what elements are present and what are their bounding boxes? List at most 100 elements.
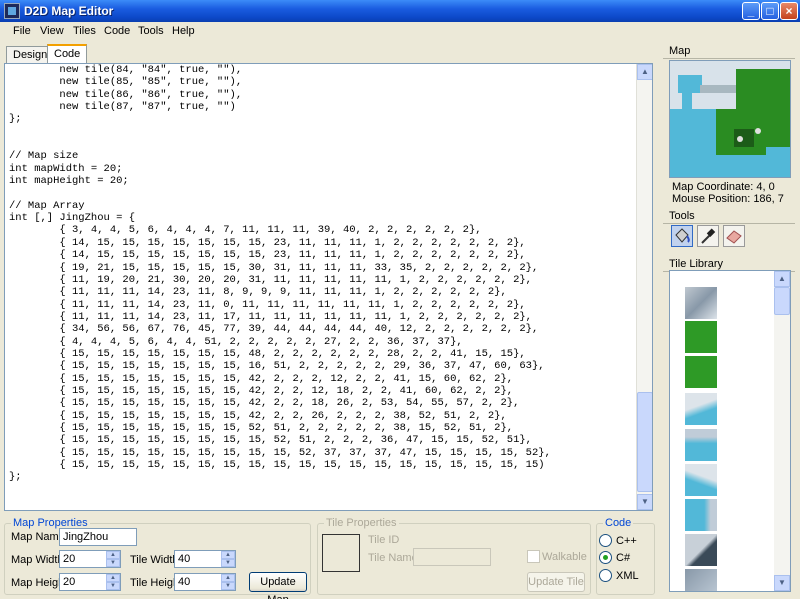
walkable-checkbox[interactable] [527, 550, 540, 563]
paint-bucket-tool[interactable] [671, 225, 693, 247]
code-line: new tile(84, "84", true, ""), [9, 64, 243, 76]
code-line: { 34, 56, 56, 67, 76, 45, 77, 39, 44, 44… [9, 323, 539, 336]
tab-code[interactable]: Code [47, 44, 88, 64]
code-line: { 15, 15, 15, 15, 15, 15, 15, 15, 15, 52… [9, 446, 551, 459]
code-scrollbar[interactable]: ▲ ▼ [636, 64, 652, 510]
scroll-up-button[interactable]: ▲ [774, 271, 790, 287]
spin-up-icon[interactable]: ▲ [106, 551, 120, 559]
tile-name-input[interactable] [413, 548, 491, 566]
code-editor[interactable]: new tile(84, "84", true, ""), new tile(8… [4, 63, 653, 511]
scroll-thumb[interactable] [774, 287, 790, 315]
map-height-stepper[interactable]: 20 ▲ ▼ [59, 573, 121, 591]
map-width-stepper[interactable]: 20 ▲ ▼ [59, 550, 121, 568]
map-width-label: Map Width [11, 554, 64, 566]
tile-thumbnail[interactable] [685, 393, 717, 425]
tile-width-label: Tile Width [130, 554, 179, 566]
minimize-button[interactable]: _ [742, 2, 760, 20]
tile-library[interactable]: ▲ ▼ [669, 270, 791, 592]
tile-name-label: Tile Name [368, 552, 418, 564]
code-line: new tile(86, "86", true, ""), [9, 88, 243, 101]
menu-tools[interactable]: Tools [136, 25, 166, 37]
radio-csharp[interactable] [599, 551, 612, 564]
radio-xml[interactable] [599, 569, 612, 582]
update-map-button[interactable]: Update Map [249, 572, 307, 599]
code-line: }; [9, 471, 22, 484]
tile-thumbnail[interactable] [685, 287, 717, 319]
tile-width-stepper[interactable]: 40 ▲ ▼ [174, 550, 236, 568]
tile-height-stepper[interactable]: 40 ▲ ▼ [174, 573, 236, 591]
paint-bucket-icon [675, 228, 690, 243]
map-preview[interactable] [669, 60, 791, 178]
radio-csharp-label: C# [616, 552, 631, 564]
tile-library-scrollbar[interactable]: ▲ ▼ [774, 271, 790, 591]
tile-thumbnail[interactable] [685, 464, 717, 496]
menu-view[interactable]: View [38, 25, 66, 37]
code-line: { 15, 15, 15, 15, 15, 15, 15, 16, 51, 2,… [9, 360, 545, 373]
code-line: new tile(87, "87", true, "") [9, 101, 236, 114]
window-title: D2D Map Editor [24, 4, 114, 18]
map-name-input[interactable]: JingZhou [59, 528, 137, 546]
map-coordinate-text: Map Coordinate: 4, 0 [672, 181, 775, 193]
tile-thumbnail[interactable] [685, 534, 717, 566]
update-tile-button[interactable]: Update Tile [527, 572, 585, 592]
code-line: { 4, 4, 4, 5, 6, 4, 4, 51, 2, 2, 2, 2, 2… [9, 335, 463, 348]
spin-down-icon[interactable]: ▼ [221, 559, 235, 567]
spin-up-icon[interactable]: ▲ [221, 551, 235, 559]
tile-thumbnail[interactable] [685, 429, 717, 461]
scroll-down-button[interactable]: ▼ [637, 494, 652, 510]
tile-thumbnail[interactable] [685, 321, 717, 353]
menu-code[interactable]: Code [102, 25, 132, 37]
spin-down-icon[interactable]: ▼ [106, 582, 120, 590]
code-text: new tile(84, "84", true, ""), new tile(8… [9, 64, 551, 484]
code-line: int mapWidth = 20; [9, 162, 123, 175]
tile-width-value: 40 [178, 553, 191, 565]
code-line: { 14, 15, 15, 15, 15, 15, 15, 15, 23, 11… [9, 236, 526, 249]
radio-cpp[interactable] [599, 534, 612, 547]
scroll-thumb[interactable] [637, 392, 652, 492]
close-button[interactable]: × [780, 2, 798, 20]
scroll-down-button[interactable]: ▼ [774, 575, 790, 591]
menu-help[interactable]: Help [170, 25, 197, 37]
map-thumbnail [670, 61, 790, 177]
tools-panel-title: Tools [663, 210, 795, 224]
eyedropper-icon [701, 228, 716, 244]
code-line: { 11, 11, 11, 14, 23, 11, 8, 9, 9, 9, 11… [9, 286, 507, 299]
code-line: { 15, 15, 15, 15, 15, 15, 15, 42, 2, 2, … [9, 384, 514, 397]
eraser-tool[interactable] [723, 225, 745, 247]
code-line: { 19, 21, 15, 15, 15, 15, 15, 30, 31, 11… [9, 261, 539, 274]
code-line: }; [9, 113, 22, 126]
map-panel-title: Map [663, 45, 795, 59]
map-name-label: Map Name [11, 531, 65, 543]
title-bar: D2D Map Editor _ □ × [0, 0, 800, 22]
code-line: int [,] JingZhou = { [9, 212, 136, 225]
menu-file[interactable]: File [11, 25, 33, 37]
map-height-value: 20 [63, 576, 76, 588]
tile-thumbnail[interactable] [685, 356, 717, 388]
code-line: // Map Array [9, 199, 85, 212]
app-icon [4, 3, 20, 19]
code-line: { 15, 15, 15, 15, 15, 15, 15, 15, 15, 15… [9, 459, 545, 471]
code-line: { 11, 11, 11, 14, 23, 11, 17, 11, 11, 11… [9, 310, 532, 323]
tile-thumbnail[interactable] [685, 499, 717, 531]
spin-down-icon[interactable]: ▼ [221, 582, 235, 590]
spin-down-icon[interactable]: ▼ [106, 559, 120, 567]
scroll-up-button[interactable]: ▲ [637, 64, 652, 80]
code-line: { 11, 11, 11, 14, 23, 11, 0, 11, 11, 11,… [9, 298, 526, 311]
eyedropper-tool[interactable] [697, 225, 719, 247]
map-width-value: 20 [63, 553, 76, 565]
radio-xml-label: XML [616, 570, 639, 582]
code-line: // Map size [9, 150, 79, 163]
maximize-button[interactable]: □ [761, 2, 779, 20]
code-line: new tile(85, "85", true, ""), [9, 76, 243, 89]
spin-up-icon[interactable]: ▲ [221, 574, 235, 582]
menu-tiles[interactable]: Tiles [71, 25, 98, 37]
code-line: int mapHeight = 20; [9, 175, 129, 188]
code-line: { 11, 19, 20, 21, 30, 20, 20, 31, 11, 11… [9, 273, 532, 286]
code-line: { 15, 15, 15, 15, 15, 15, 15, 42, 2, 2, … [9, 372, 514, 385]
radio-cpp-label: C++ [616, 535, 637, 547]
eraser-icon [726, 230, 742, 244]
spin-up-icon[interactable]: ▲ [106, 574, 120, 582]
tile-thumbnail[interactable] [685, 569, 717, 591]
